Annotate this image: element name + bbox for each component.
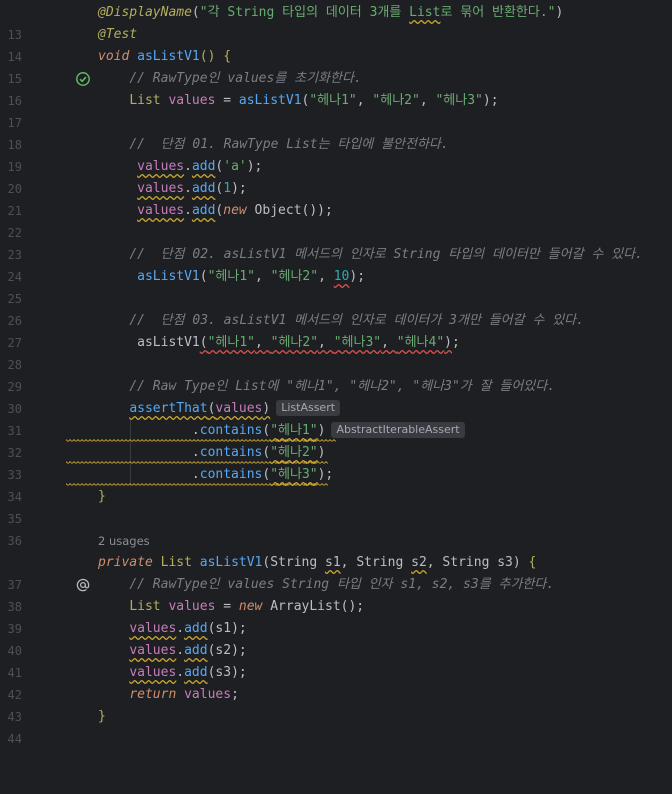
code-line[interactable]: 30 // Raw Type인 List에 "헤나1", "헤나2", "헤나3…	[0, 376, 672, 416]
code-text: List values = new ArrayList();	[129, 599, 365, 614]
code-line[interactable]: 36	[0, 508, 672, 548]
code-line[interactable]: 40 values.add(s1);	[0, 618, 672, 658]
code-text: // 단점 02. asListV1 메서드의 인자로 String 타입의 데…	[129, 247, 643, 262]
code-text: values.add(s1);	[129, 621, 247, 636]
code-line[interactable]: 41 values.add(s2);	[0, 640, 672, 680]
code-text: @Test	[98, 27, 138, 42]
at-sign-icon[interactable]	[28, 555, 90, 592]
code-line[interactable]: 34 .contains("헤나3");	[0, 464, 672, 504]
code-line[interactable]: 37 private List asListV1(String s1, Stri…	[0, 552, 672, 592]
code-text: // 단점 03. asListV1 메서드의 인자로 데이터가 3개만 들어갈…	[129, 313, 584, 328]
code-line[interactable]: 14 @Test	[0, 24, 672, 64]
code-line[interactable]: 27 // 단점 03. asListV1 메서드의 인자로 데이터가 3개만 …	[0, 310, 672, 350]
code-text: // 단점 01. RawType List는 타입에 불안전하다.	[129, 137, 449, 152]
code-text: }	[98, 489, 106, 504]
code-line[interactable]: 44 }	[0, 706, 672, 746]
code-editor[interactable]: 13 @DisplayName("각 String 타입의 데이터 3개를 Li…	[0, 0, 672, 746]
code-text: return values;	[129, 687, 239, 702]
code-line[interactable]: 39 List values = new ArrayList();	[0, 596, 672, 636]
code-line[interactable]: 26	[0, 288, 672, 328]
code-text: asListV1("헤나1", "헤나2", 10);	[137, 269, 366, 284]
code-line[interactable]: 28 asListV1("헤나1", "헤나2", "헤나3", "헤나4");	[0, 332, 672, 372]
code-text: @DisplayName("각 String 타입의 데이터 3개를 List로…	[98, 5, 564, 20]
code-text: // RawType인 values String 타입 인자 s1, s2, …	[129, 577, 555, 592]
usages-line[interactable]: 2 usages	[0, 530, 672, 552]
code-line[interactable]: 18	[0, 112, 672, 152]
code-line[interactable]: 29	[0, 354, 672, 394]
code-line[interactable]: 31 assertThat(values) ListAssert	[0, 398, 672, 438]
code-text: private List asListV1(String s1, String …	[98, 555, 537, 570]
run-test-icon[interactable]	[28, 49, 90, 86]
code-text: values.add(s3);	[129, 665, 247, 680]
code-line[interactable]: 20 values.add('a');	[0, 156, 672, 196]
code-text: asListV1("헤나1", "헤나2", "헤나3", "헤나4");	[98, 335, 460, 350]
code-line[interactable]: 21 values.add(1);	[0, 178, 672, 218]
usages-link[interactable]: 2 usages	[98, 530, 150, 552]
code-text: void asListV1() {	[98, 49, 232, 64]
code-line[interactable]: 24 // 단점 02. asListV1 메서드의 인자로 String 타입…	[0, 244, 672, 284]
code-text: // RawType인 values를 초기화한다.	[129, 71, 362, 86]
code-line[interactable]: 16 // RawType인 values를 초기화한다.	[0, 68, 672, 108]
type-hint: ListAssert	[276, 400, 341, 416]
line-number: 44	[7, 732, 22, 746]
code-line[interactable]: 13 @DisplayName("각 String 타입의 데이터 3개를 Li…	[0, 2, 672, 42]
code-line[interactable]: 23	[0, 222, 672, 262]
code-line[interactable]: 33 .contains("헤나2")	[0, 442, 672, 482]
code-line[interactable]: 35 }	[0, 486, 672, 526]
code-text: // Raw Type인 List에 "헤나1", "헤나2", "헤나3"가 …	[129, 379, 556, 394]
code-line[interactable]: 43 return values;	[0, 684, 672, 724]
code-line[interactable]: 25 asListV1("헤나1", "헤나2", 10);	[0, 266, 672, 306]
code-line[interactable]: 17 List values = asListV1("헤나1", "헤나2", …	[0, 90, 672, 130]
code-line[interactable]: 22 values.add(new Object());	[0, 200, 672, 240]
type-hint: AbstractIterableAssert	[331, 422, 465, 438]
code-text: values.add('a');	[137, 159, 263, 174]
code-line[interactable]: 19 // 단점 01. RawType List는 타입에 불안전하다.	[0, 134, 672, 174]
code-text: assertThat(values) ListAssert	[98, 398, 341, 420]
code-text: }	[98, 709, 106, 724]
code-text: List values = asListV1("헤나1", "헤나2", "헤나…	[129, 93, 499, 108]
code-line[interactable]: 42 values.add(s3);	[0, 662, 672, 702]
code-text: values.add(new Object());	[137, 203, 333, 218]
code-line[interactable]: 15 void asListV1() {	[0, 46, 672, 86]
code-line[interactable]: 32 .contains("헤나1") AbstractIterableAsser…	[0, 420, 672, 460]
code-text: values.add(1);	[137, 181, 247, 196]
code-text: values.add(s2);	[129, 643, 247, 658]
code-line[interactable]: 38 // RawType인 values String 타입 인자 s1, s…	[0, 574, 672, 614]
